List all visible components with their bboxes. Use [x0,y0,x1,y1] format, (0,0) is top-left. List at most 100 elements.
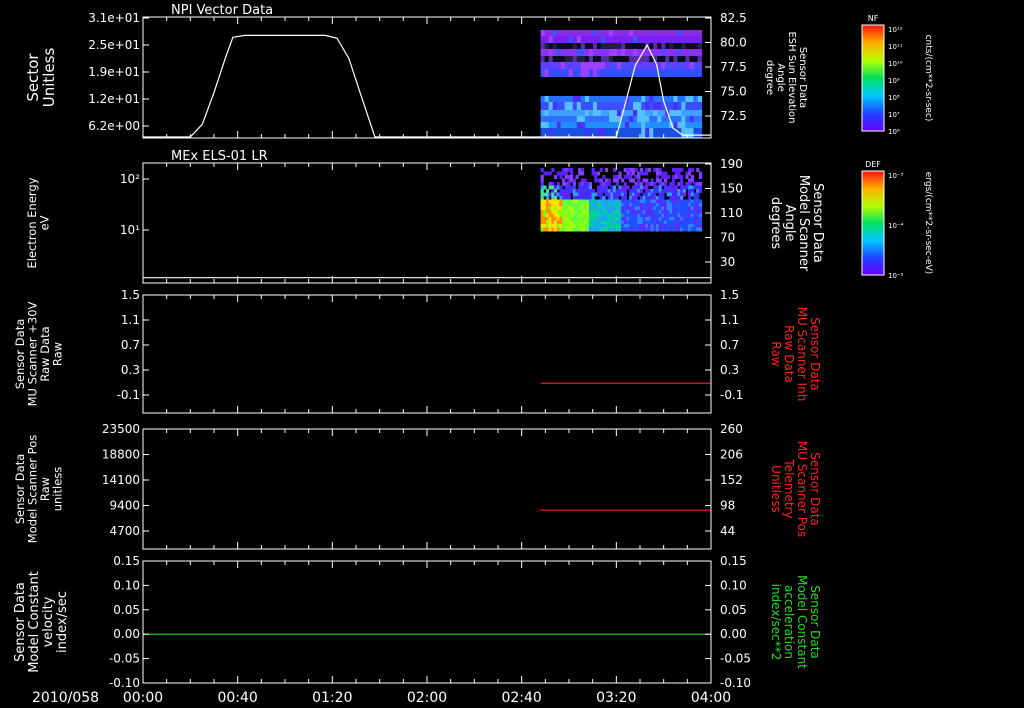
panel-1: NPI Vector Data 3.1e+01 2.5e+01 1.9e+01 1.2e… [24,3,808,139]
y-tick-label: -0.05 [109,652,140,666]
spectrogram-cell [564,122,570,128]
spectrogram-cell [645,171,649,176]
spectrogram-cell [592,116,598,122]
spectrogram-cell [546,196,550,200]
y2-tick-label: 1.5 [720,288,739,302]
spectrogram-cell [576,56,582,62]
spectrogram-cell [681,102,686,110]
spectrogram-cell [540,56,546,62]
spectrogram-cell [697,49,703,56]
y-axis-label: Model Constant [27,571,42,673]
spectrogram-cell [609,96,614,102]
colorbar-tick-label: 10⁶ [888,128,900,136]
spectrogram-cell [609,122,614,128]
y2-tick-label: 1.1 [720,313,739,327]
spectrogram-cell [592,69,598,77]
spectrogram-cell [653,182,657,186]
spectrogram-cell [568,116,574,122]
spectrogram-cell [560,56,566,62]
spectrogram-cell [548,62,554,69]
y2-tick-label: 110 [720,206,743,220]
spectrogram-cell [673,116,678,122]
spectrogram-cell [689,122,695,128]
spectrogram-cell [665,56,670,62]
spectrogram-cell [596,102,602,110]
spectrogram-cell [544,36,550,43]
time-tick-label: 02:40 [501,690,541,706]
spectrogram-cell [544,30,550,36]
spectrogram-cell [641,30,646,36]
spectrogram-cell [576,110,582,116]
spectrogram-cell [621,36,626,43]
y2-tick-label: 260 [720,422,743,436]
spectrogram-cell [621,56,626,62]
y-tick-label: 9400 [109,499,140,513]
spectrogram-cell [613,168,617,172]
spectrogram-cell [641,128,646,138]
spectrogram-cell [633,102,638,110]
spectrogram-cell [564,56,570,62]
y2-axis-label: ESH Sun Elevation [786,31,797,123]
spectrogram-cell [637,175,641,179]
spectrogram-cell [552,69,558,77]
spectrogram-cell [568,122,574,128]
panel-5: 0.15 0.10 0.05 0.00 -0.05 -0.10 0.15 0.10 0.05 0.… [13,554,822,690]
spectrogram-cell [693,110,699,116]
spectrogram-cell [641,36,646,43]
y2-axis-label: acceleration [782,585,796,659]
y2-axis-label: Sensor Data [797,47,808,108]
spectrogram-cell [633,122,638,128]
spectrogram-cell [602,175,606,179]
spectrogram-cell [625,110,630,116]
panel-frame [142,428,712,550]
spectrogram-cell [639,182,643,186]
panel-title: NPI Vector Data [171,3,273,18]
els-spectrogram [540,168,703,232]
spectrogram-cell [637,192,641,197]
spectrogram-cell [588,122,594,128]
spectrogram-cell [617,56,622,62]
spectrogram-cell [689,62,695,69]
spectrogram-cell [661,122,666,128]
spectrogram-cell [556,56,562,62]
npi-spectrogram [540,30,703,138]
spectrogram-cell [633,116,638,122]
spectrogram-cell [560,49,566,56]
y2-tick-label: 75.0 [720,85,747,99]
spectrogram-cell [669,36,674,43]
y2-tick-label: 77.5 [720,60,747,74]
y-tick-label: 0.05 [113,603,140,617]
spectrogram-cell [657,122,662,128]
time-tick-label: 02:00 [407,690,447,706]
spectrogram-cell [633,128,638,138]
y2-axis-label: Model Scanner [796,175,811,272]
spectrogram-cell [645,185,649,190]
y2-tick-label: 98 [720,499,735,513]
spectrogram-cell [625,122,630,128]
spectrogram-cell [592,96,598,102]
spectrogram-cell [576,96,582,102]
spectrogram-cell [661,62,666,69]
spectrogram-cell [560,102,566,110]
spectrogram-cell [669,30,674,36]
spectrogram-cell [609,43,614,49]
spectrogram-cell [689,49,695,56]
spectrogram-cell [665,96,670,102]
colorbar-unit: ergs/(cm**2-sr-sec-eV) [923,172,933,274]
spectrogram-cell [609,110,614,116]
spectrogram-cell [688,171,692,176]
spectrogram-cell [564,62,570,69]
spectrogram-cell [685,30,690,36]
spectrogram-cell [568,30,574,36]
spectrogram-cell [564,102,570,110]
spectrogram-cell [609,116,614,122]
spectrogram-cell [562,178,566,183]
y2-tick-label: 0.3 [720,363,739,377]
spectrogram-cell [607,178,611,183]
spectrogram-cell [637,116,642,122]
spectrogram-cell [631,171,635,176]
spectrogram-cell [576,102,582,110]
spectrogram-cell [588,49,594,56]
spectrogram-cell [696,168,700,172]
spectrogram-cell [552,110,558,116]
